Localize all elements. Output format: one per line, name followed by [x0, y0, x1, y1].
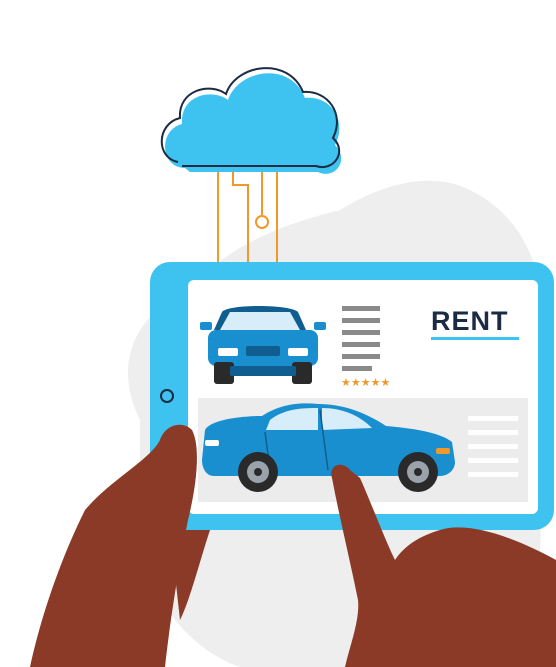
rental-illustration: ★★★★★ RENT [30, 67, 556, 667]
left-hand [30, 424, 210, 667]
rating-stars: ★★★★★ [341, 376, 390, 389]
rent-underline [431, 337, 519, 340]
rent-label[interactable]: RENT [431, 306, 509, 336]
cloud-icon [160, 67, 342, 174]
